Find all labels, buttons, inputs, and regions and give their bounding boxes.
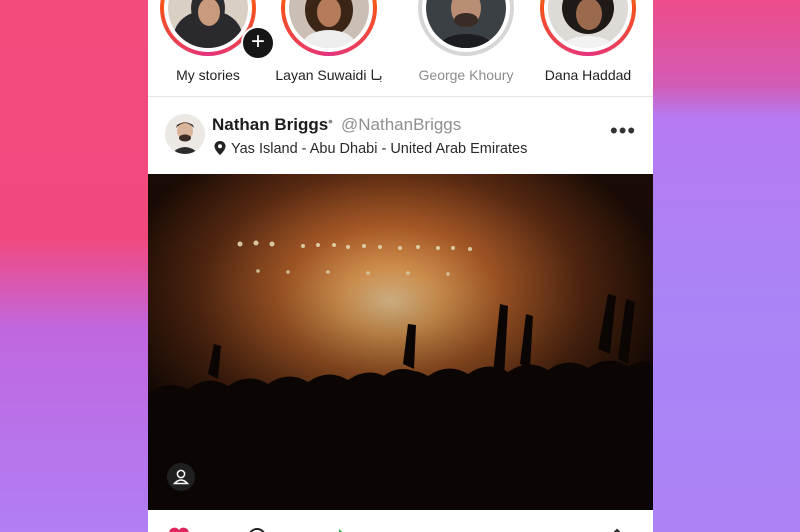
story-label: Dana Haddad: [544, 67, 632, 83]
author-avatar[interactable]: [165, 114, 205, 154]
background-right-panel: [640, 0, 800, 532]
bookmark-button[interactable]: [606, 526, 628, 532]
avatar: [168, 0, 248, 48]
tag-people-button[interactable]: [167, 463, 195, 491]
avatar: [548, 0, 628, 48]
add-story-button[interactable]: +: [241, 26, 275, 60]
post-image[interactable]: [148, 174, 653, 510]
phone-screen: + My stories Layan Suwaidi بـا George Kh…: [148, 0, 653, 532]
author-handle[interactable]: @NathanBriggs: [341, 115, 461, 135]
background-left-panel: [0, 0, 160, 532]
story-ring: [281, 0, 377, 56]
like-button[interactable]: [168, 526, 190, 532]
author-name[interactable]: Nathan Briggs: [212, 115, 328, 135]
person-icon: [172, 469, 190, 485]
avatar: [426, 0, 506, 48]
plus-icon: +: [250, 28, 265, 55]
bookmark-icon: [613, 528, 621, 532]
post-actions-bar: [148, 510, 653, 532]
story-ring: [418, 0, 514, 56]
more-options-button[interactable]: •••: [610, 118, 637, 143]
story-label: My stories: [176, 67, 240, 83]
separator-dot: •: [328, 113, 333, 129]
stories-row[interactable]: + My stories Layan Suwaidi بـا George Kh…: [148, 0, 653, 97]
comment-button[interactable]: [246, 526, 268, 532]
share-icon: [339, 529, 343, 532]
avatar: [289, 0, 369, 48]
post-location[interactable]: Yas Island - Abu Dhabi - United Arab Emi…: [231, 141, 527, 157]
story-label: Layan Suwaidi بـا: [275, 67, 383, 83]
post-header: Nathan Briggs • @NathanBriggs Yas Island…: [148, 97, 653, 174]
more-horizontal-icon: •••: [610, 118, 637, 143]
heart-icon: [169, 527, 189, 532]
story-label: George Khoury: [418, 67, 514, 83]
share-button[interactable]: [325, 526, 347, 532]
comment-icon: [249, 528, 265, 532]
concert-crowd-photo: [148, 174, 653, 510]
location-pin-icon: [214, 141, 226, 155]
story-ring: [540, 0, 636, 56]
